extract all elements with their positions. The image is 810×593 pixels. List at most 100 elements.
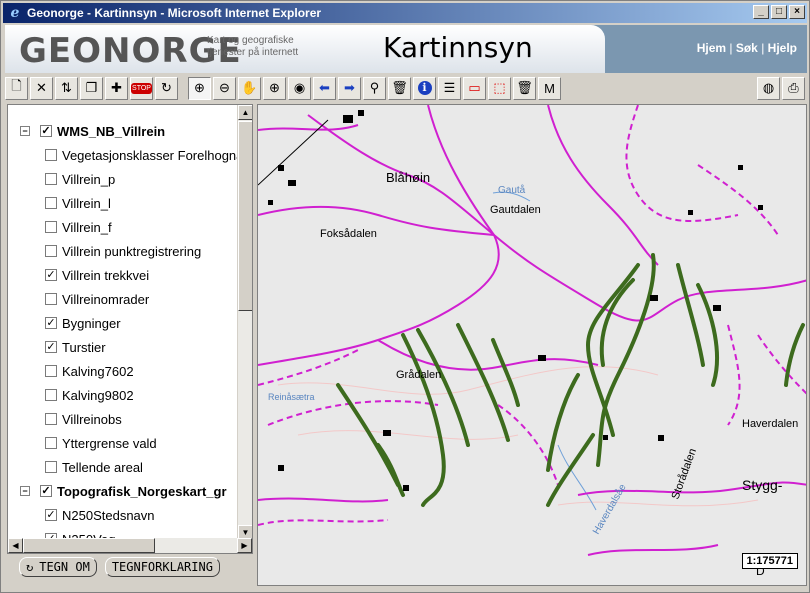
layer-item[interactable]: ✓ Villrein trekkvei [8,263,240,287]
layer-label: WMS_NB_Villrein [57,123,166,139]
header-banner: GEONORGE Kart og geografiske tjenester p… [5,25,605,73]
layer-checkbox[interactable]: ✓ [45,317,57,329]
label-gautdalen: Gautdalen [490,204,541,216]
close-button[interactable]: × [789,5,805,19]
redraw-label: TEGN OM [39,560,90,574]
redraw-button[interactable]: ↻ TEGN OM [19,557,97,577]
layer-item[interactable]: Kalving7602 [8,359,240,383]
new-doc-button[interactable]: 🗋 [5,76,28,100]
layer-item[interactable]: Villrein_f [8,215,240,239]
layer-checkbox[interactable]: ✓ [40,485,52,497]
print-button[interactable]: ⎙ [782,76,805,100]
map-scale: 1:175771 [741,553,798,569]
layer-checkbox[interactable] [45,197,57,209]
label-gradalen: Grådalen [396,369,441,381]
logo-tagline: Kart og geografiske tjenester på interne… [207,35,299,58]
select-rect-button[interactable]: ▭ [463,76,486,100]
layer-checkbox[interactable] [45,173,57,185]
map-canvas[interactable]: Blåhøin Foksådalen Gautdalen Gautå Gråda… [258,105,807,586]
layer-item[interactable]: Vegetasjonsklasser Forelhogna [8,143,240,167]
copy-button[interactable]: ❐ [80,76,103,100]
layer-item[interactable]: Villreinomrader [8,287,240,311]
layer-checkbox[interactable] [45,365,57,377]
zoom-in-button[interactable]: ⊕ [188,76,211,100]
layer-order-button[interactable]: ⇅ [55,76,78,100]
zoom-extent-button[interactable]: ⊕ [263,76,286,100]
layer-checkbox[interactable]: ✓ [40,125,52,137]
panel-buttons: ↻ TEGN OM TEGNFORKLARING [7,557,253,583]
layer-item[interactable]: ✓ Turstier [8,335,240,359]
layer-checkbox[interactable]: ✓ [45,269,57,281]
layer-checkbox[interactable] [45,437,57,449]
layer-checkbox[interactable]: ✓ [45,341,57,353]
layer-label: Villrein_f [62,219,112,235]
collapse-icon[interactable]: − [20,126,30,136]
legend-list-button[interactable]: ☰ [438,76,461,100]
home-link[interactable]: Hjem [697,41,726,55]
minimize-button[interactable]: _ [753,5,769,19]
layer-checkbox[interactable] [45,221,57,233]
stop-button[interactable]: STOP [130,76,153,100]
layer-item[interactable]: Tellende areal [8,455,240,479]
delete-icon: ✕ [36,80,47,95]
layer-group[interactable]: − ✓ WMS_NB_Villrein [8,119,240,143]
layer-item[interactable]: Villrein punktregistrering [8,239,240,263]
web-globe-icon: ◍ [762,80,775,95]
add-layer-button[interactable]: ✚ [105,76,128,100]
layer-checkbox[interactable]: ✓ [45,509,57,521]
binoculars-button[interactable]: ⚲ [363,76,386,100]
select-point-button[interactable]: ⬚ [488,76,511,100]
map-view[interactable]: Blåhøin Foksådalen Gautdalen Gautå Gråda… [257,104,807,586]
scroll-left-button[interactable]: ◀ [8,538,23,553]
select-rect-icon: ▭ [468,80,481,95]
layer-checkbox[interactable] [45,245,57,257]
help-link[interactable]: Hjelp [768,41,797,55]
layer-checkbox[interactable] [45,389,57,401]
layer-checkbox[interactable] [45,461,57,473]
scroll-right-button[interactable]: ▶ [237,538,252,553]
legend-label: TEGNFORKLARING [111,560,213,574]
layer-label: Turstier [62,339,106,355]
trash-icon: 🗑 [391,80,408,95]
back-arrow-button[interactable]: ⬅ [313,76,336,100]
delete-button[interactable]: ✕ [30,76,53,100]
globe-button[interactable]: ◉ [288,76,311,100]
layer-item[interactable]: Villrein_l [8,191,240,215]
copy-icon: ❐ [85,80,98,95]
collapse-icon[interactable]: − [20,486,30,496]
layer-item[interactable]: ✓ N250Stedsnavn [8,503,240,527]
site-header: GEONORGE Kart og geografiske tjenester p… [5,25,807,73]
info-button[interactable]: ℹ [413,76,436,100]
layer-label: Villrein trekkvei [62,267,150,283]
vertical-scrollbar[interactable]: ▲ ▼ [237,105,252,540]
refresh-button[interactable]: ↻ [155,76,178,100]
h-scroll-thumb[interactable] [23,538,155,553]
zoom-out-button[interactable]: ⊖ [213,76,236,100]
trash-button[interactable]: 🗑 [388,76,411,100]
window-controls: _ □ × [753,5,805,19]
layer-item[interactable]: Villrein_p [8,167,240,191]
layer-item[interactable]: Villreinobs [8,407,240,431]
layer-group[interactable]: − ✓ Topografisk_Norgeskart_gr [8,479,240,503]
search-link[interactable]: Søk [736,41,758,55]
layer-checkbox[interactable] [45,293,57,305]
pan-hand-button[interactable]: ✋ [238,76,261,100]
scroll-up-button[interactable]: ▲ [238,105,252,120]
clear-selection-button[interactable]: 🗑 [513,76,536,100]
forward-arrow-button[interactable]: ➡ [338,76,361,100]
web-globe-button[interactable]: ◍ [757,76,780,100]
layer-checkbox[interactable] [45,413,57,425]
layer-checkbox[interactable] [45,149,57,161]
horizontal-scrollbar[interactable]: ◀ ▶ [8,538,252,553]
maximize-button[interactable]: □ [771,5,787,19]
layer-item[interactable]: Kalving9802 [8,383,240,407]
scroll-thumb[interactable] [238,121,252,311]
legend-list-icon: ☰ [443,80,456,95]
layer-item[interactable]: ✓ Bygninger [8,311,240,335]
measure-button[interactable]: M [538,76,561,100]
layer-item[interactable]: Yttergrense vald [8,431,240,455]
globe-icon: ◉ [293,80,306,95]
legend-button[interactable]: TEGNFORKLARING [104,557,220,577]
redraw-icon: ↻ [26,560,34,574]
zoom-out-icon: ⊖ [219,80,230,95]
